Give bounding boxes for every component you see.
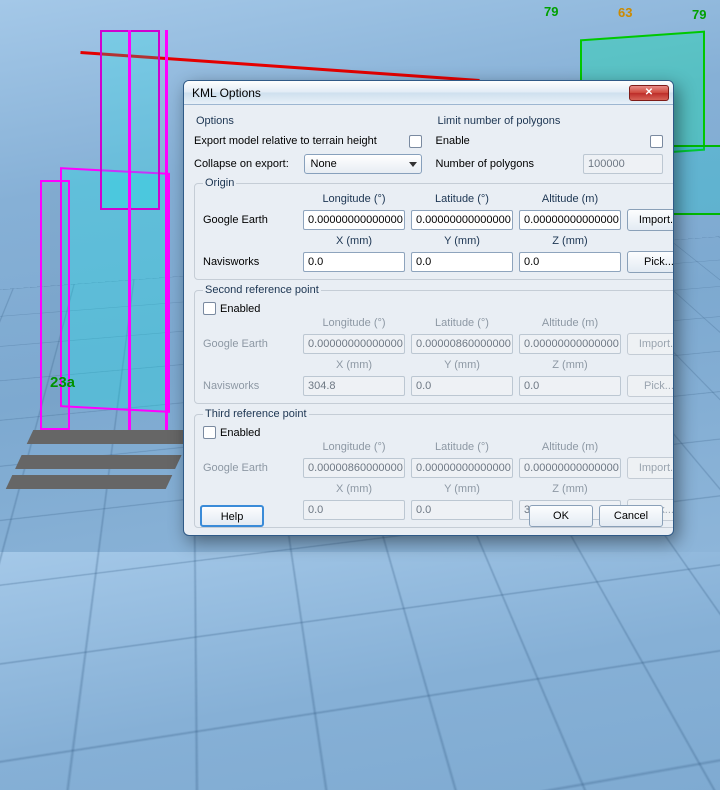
- limit-group-title: Limit number of polygons: [436, 115, 664, 127]
- axis-label: 79: [692, 7, 706, 22]
- export-relative-checkbox[interactable]: [409, 135, 422, 148]
- polygon-count-label: Number of polygons: [436, 158, 584, 170]
- latitude-header: Latitude (°): [411, 441, 513, 453]
- altitude-header: Altitude (m): [519, 317, 621, 329]
- third-ref-title: Third reference point: [203, 408, 309, 420]
- export-relative-label: Export model relative to terrain height: [194, 135, 409, 147]
- second-ge-altitude: 0.00000000000000: [519, 334, 621, 354]
- collapse-select-value: None: [311, 158, 337, 170]
- second-nw-x: 304.8: [303, 376, 405, 396]
- second-ref-title: Second reference point: [203, 284, 321, 296]
- x-header: X (mm): [303, 359, 405, 371]
- ge-row-label: Google Earth: [203, 214, 297, 226]
- x-header: X (mm): [303, 235, 405, 247]
- third-ge-latitude: 0.00000000000000: [411, 458, 513, 478]
- kml-options-dialog: KML Options ✕ Options Export model relat…: [183, 80, 674, 536]
- z-header: Z (mm): [519, 235, 621, 247]
- origin-ge-altitude[interactable]: 0.00000000000000: [519, 210, 621, 230]
- third-ge-longitude: 0.00000860000000: [303, 458, 405, 478]
- second-ge-latitude: 0.00000860000000: [411, 334, 513, 354]
- collapse-select[interactable]: None: [304, 154, 422, 174]
- longitude-header: Longitude (°): [303, 441, 405, 453]
- altitude-header: Altitude (m): [519, 441, 621, 453]
- y-header: Y (mm): [411, 359, 513, 371]
- ge-row-label: Google Earth: [203, 338, 297, 350]
- longitude-header: Longitude (°): [303, 193, 405, 205]
- second-nw-z: 0.0: [519, 376, 621, 396]
- polygon-count-field: 100000: [583, 154, 663, 174]
- second-pick-button: Pick...: [627, 375, 674, 397]
- ok-button[interactable]: OK: [529, 505, 593, 527]
- axis-label: 63: [618, 5, 632, 20]
- second-enabled-label: Enabled: [220, 303, 260, 315]
- y-header: Y (mm): [411, 235, 513, 247]
- origin-ge-latitude[interactable]: 0.00000000000000: [411, 210, 513, 230]
- second-nw-y: 0.0: [411, 376, 513, 396]
- cancel-button[interactable]: Cancel: [599, 505, 663, 527]
- origin-nw-z[interactable]: 0.0: [519, 252, 621, 272]
- options-group-title: Options: [194, 115, 422, 127]
- third-ge-altitude: 0.00000000000000: [519, 458, 621, 478]
- origin-nw-y[interactable]: 0.0: [411, 252, 513, 272]
- help-button[interactable]: Help: [200, 505, 264, 527]
- second-import-button: Import...: [627, 333, 674, 355]
- limit-enable-checkbox[interactable]: [650, 135, 663, 148]
- chevron-down-icon: [409, 162, 417, 167]
- origin-pick-button[interactable]: Pick...: [627, 251, 674, 273]
- x-header: X (mm): [303, 483, 405, 495]
- origin-ge-longitude[interactable]: 0.00000000000000: [303, 210, 405, 230]
- limit-enable-label: Enable: [436, 135, 651, 147]
- titlebar[interactable]: KML Options ✕: [184, 81, 673, 105]
- second-ref-group: Second reference point Enabled Longitude…: [194, 284, 674, 404]
- axis-label: 79: [544, 4, 558, 19]
- latitude-header: Latitude (°): [411, 317, 513, 329]
- altitude-header: Altitude (m): [519, 193, 621, 205]
- z-header: Z (mm): [519, 483, 621, 495]
- close-button[interactable]: ✕: [629, 85, 669, 101]
- nw-row-label: Navisworks: [203, 380, 297, 392]
- window-title: KML Options: [192, 86, 629, 100]
- origin-group: Origin Longitude (°) Latitude (°) Altitu…: [194, 177, 674, 280]
- origin-import-button[interactable]: Import...: [627, 209, 674, 231]
- z-header: Z (mm): [519, 359, 621, 371]
- third-enabled-checkbox[interactable]: [203, 426, 216, 439]
- longitude-header: Longitude (°): [303, 317, 405, 329]
- second-enabled-checkbox[interactable]: [203, 302, 216, 315]
- y-header: Y (mm): [411, 483, 513, 495]
- ge-row-label: Google Earth: [203, 462, 297, 474]
- latitude-header: Latitude (°): [411, 193, 513, 205]
- third-import-button: Import...: [627, 457, 674, 479]
- axis-label: 23a: [50, 374, 75, 391]
- origin-group-title: Origin: [203, 177, 236, 189]
- nw-row-label: Navisworks: [203, 256, 297, 268]
- origin-nw-x[interactable]: 0.0: [303, 252, 405, 272]
- second-ge-longitude: 0.00000000000000: [303, 334, 405, 354]
- collapse-label: Collapse on export:: [194, 158, 304, 170]
- third-enabled-label: Enabled: [220, 427, 260, 439]
